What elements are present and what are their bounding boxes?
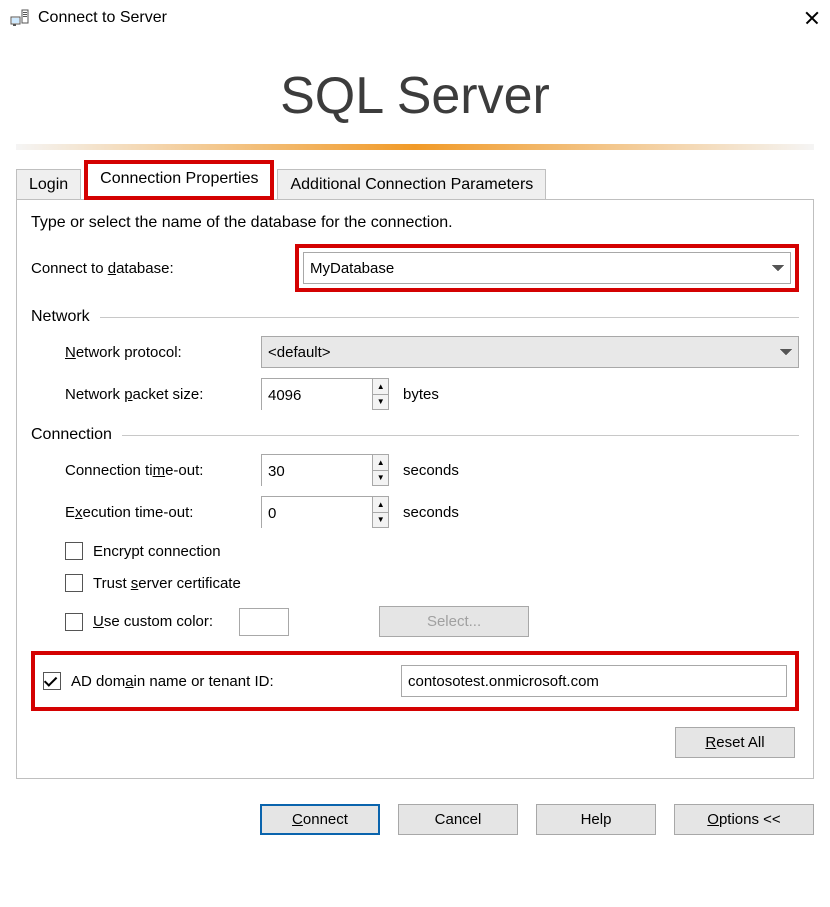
ad-domain-input[interactable]: [401, 665, 787, 697]
seconds-label: seconds: [403, 462, 459, 479]
server-icon: [10, 9, 30, 27]
execution-timeout-input[interactable]: [262, 497, 372, 529]
close-icon[interactable]: [804, 10, 820, 26]
network-protocol-label: Network protocol:: [31, 344, 261, 361]
connection-timeout-input[interactable]: [262, 455, 372, 487]
connect-to-database-label: Connect to database:: [31, 260, 295, 277]
network-protocol-select[interactable]: <default>: [261, 336, 799, 368]
packet-size-spinner[interactable]: ▲▼: [261, 378, 389, 410]
execution-timeout-spinner[interactable]: ▲▼: [261, 496, 389, 528]
tabs: Login Connection Properties Additional C…: [16, 160, 814, 200]
ad-domain-label: AD domain name or tenant ID:: [71, 673, 401, 690]
banner-heading: SQL Server: [16, 66, 814, 126]
packet-size-input[interactable]: [262, 379, 372, 411]
titlebar: Connect to Server: [0, 0, 830, 36]
tab-login[interactable]: Login: [16, 169, 81, 200]
trust-cert-checkbox[interactable]: [65, 574, 83, 592]
tab-connection-properties[interactable]: Connection Properties: [84, 160, 274, 200]
select-color-button[interactable]: Select...: [379, 606, 529, 637]
connection-timeout-label: Connection time-out:: [31, 462, 261, 479]
custom-color-label: Use custom color:: [93, 613, 213, 630]
spinner-up-icon[interactable]: ▲: [373, 455, 388, 471]
window-title: Connect to Server: [38, 9, 804, 27]
seconds-label: seconds: [403, 504, 459, 521]
options-button[interactable]: Options <<: [674, 804, 814, 835]
ad-domain-checkbox[interactable]: [43, 672, 61, 690]
spinner-down-icon[interactable]: ▼: [373, 395, 388, 410]
encrypt-connection-checkbox[interactable]: [65, 542, 83, 560]
encrypt-connection-label: Encrypt connection: [93, 543, 221, 560]
spinner-down-icon[interactable]: ▼: [373, 471, 388, 486]
spinner-up-icon[interactable]: ▲: [373, 379, 388, 395]
custom-color-checkbox[interactable]: [65, 613, 83, 631]
spinner-up-icon[interactable]: ▲: [373, 497, 388, 513]
connection-group: Connection: [31, 426, 799, 444]
spinner-down-icon[interactable]: ▼: [373, 513, 388, 528]
connect-button[interactable]: Connect: [260, 804, 380, 835]
dialog-buttons: Connect Cancel Help Options <<: [0, 780, 830, 859]
color-preview: [239, 608, 289, 636]
instruction-text: Type or select the name of the database …: [31, 214, 799, 232]
cancel-button[interactable]: Cancel: [398, 804, 518, 835]
network-group: Network: [31, 308, 799, 326]
banner: SQL Server: [16, 36, 814, 150]
packet-size-label: Network packet size:: [31, 386, 261, 403]
connect-to-database-select[interactable]: MyDatabase: [303, 252, 791, 284]
bytes-label: bytes: [403, 386, 439, 403]
trust-cert-label: Trust server certificate: [93, 575, 241, 592]
connection-timeout-spinner[interactable]: ▲▼: [261, 454, 389, 486]
help-button[interactable]: Help: [536, 804, 656, 835]
execution-timeout-label: Execution time-out:: [31, 504, 261, 521]
reset-all-button[interactable]: Reset All: [675, 727, 795, 758]
tab-additional-params[interactable]: Additional Connection Parameters: [277, 169, 546, 200]
properties-panel: Type or select the name of the database …: [16, 199, 814, 779]
